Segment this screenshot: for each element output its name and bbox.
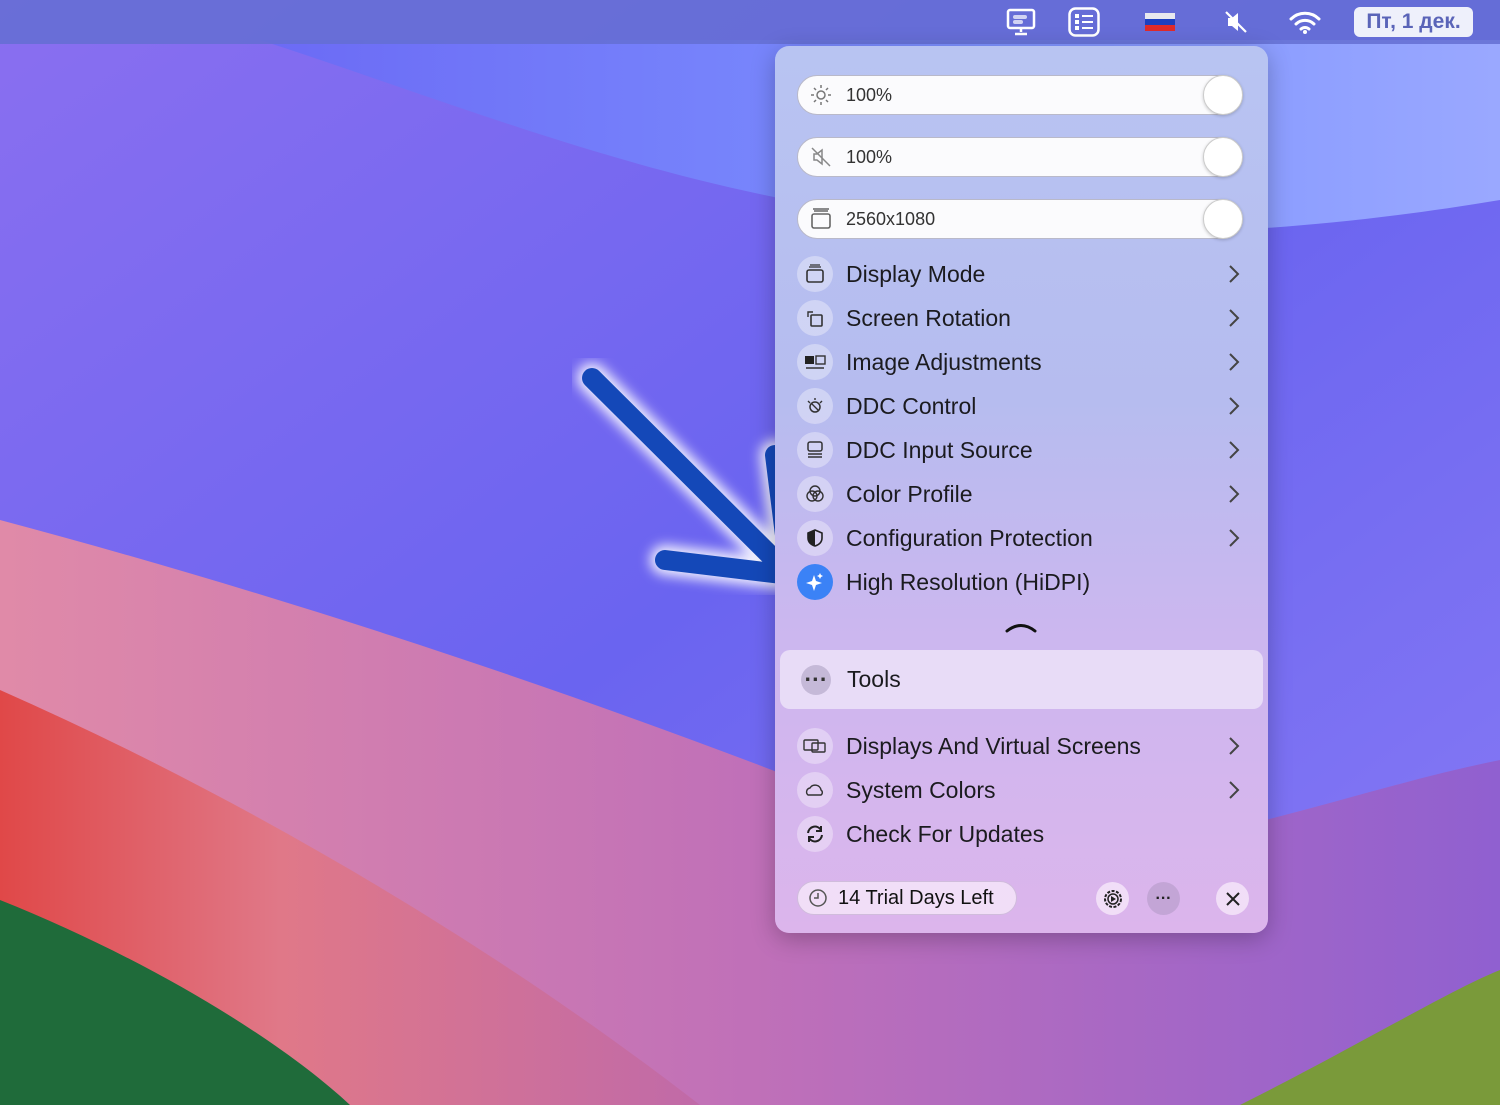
menu-item-display-mode[interactable]: Display Mode (797, 254, 1245, 294)
menu-item-screen-rotation[interactable]: Screen Rotation (797, 298, 1245, 338)
menu-item-system-colors[interactable]: System Colors (797, 770, 1245, 810)
refresh-icon (797, 816, 833, 852)
volume-value: 100% (846, 146, 893, 167)
chevron-right-icon (1229, 265, 1240, 283)
close-icon (1225, 891, 1240, 906)
chevron-right-icon (1229, 353, 1240, 371)
menu-item-label: Configuration Protection (846, 524, 1093, 551)
menu-item-label: Image Adjustments (846, 348, 1042, 375)
wifi-icon[interactable] (1288, 8, 1322, 36)
chevron-right-icon (1229, 309, 1240, 327)
menu-item-label: DDC Control (846, 392, 977, 419)
displays-icon (797, 728, 833, 764)
menu-item-ddc-input-source[interactable]: DDC Input Source (797, 430, 1245, 470)
menu-item-label: Display Mode (846, 260, 986, 287)
menu-item-label: Check For Updates (846, 820, 1045, 847)
brightness-value: 100% (846, 84, 893, 105)
speaker-muted-icon[interactable] (1222, 8, 1250, 36)
more-button[interactable]: ··· (1147, 882, 1180, 915)
menu-item-label: Color Profile (846, 480, 973, 507)
desktop-wallpaper (0, 0, 1500, 1105)
gear-icon (1103, 889, 1122, 908)
system-colors-icon (797, 772, 833, 808)
menubar-clock[interactable]: Пт, 1 дек. (1354, 7, 1473, 37)
chevron-right-icon (1229, 781, 1240, 799)
input-source-icon (797, 432, 833, 468)
chevron-right-icon (1229, 529, 1240, 547)
ellipsis-icon: ··· (1155, 889, 1172, 907)
menu-item-check-for-updates[interactable]: Check For Updates (797, 814, 1245, 854)
brightness-icon (810, 84, 832, 106)
trial-badge[interactable]: 14 Trial Days Left (797, 881, 1017, 915)
rotation-icon (797, 300, 833, 336)
chevron-right-icon (1229, 441, 1240, 459)
resolution-slider[interactable]: 2560x1080 (797, 199, 1243, 239)
list-icon[interactable] (1068, 7, 1100, 37)
menu-item-color-profile[interactable]: Color Profile (797, 474, 1245, 514)
menu-item-label: High Resolution (HiDPI) (846, 568, 1091, 595)
menu-item-configuration-protection[interactable]: Configuration Protection (797, 518, 1245, 558)
sparkle-icon (797, 564, 833, 600)
shield-icon (797, 520, 833, 556)
menu-item-ddc-control[interactable]: DDC Control (797, 386, 1245, 426)
ellipsis-icon: ··· (801, 664, 831, 695)
collapse-chevron-icon[interactable] (1005, 620, 1037, 634)
menu-item-label: Screen Rotation (846, 304, 1011, 331)
russian-flag-icon[interactable] (1145, 8, 1175, 36)
color-profile-icon (797, 476, 833, 512)
tools-button[interactable]: ··· Tools (780, 650, 1263, 709)
menu-item-label: Displays And Virtual Screens (846, 732, 1141, 759)
tools-label: Tools (847, 666, 901, 692)
speaker-muted-icon (810, 146, 832, 168)
slider-knob[interactable] (1203, 199, 1243, 239)
close-button[interactable] (1216, 882, 1249, 915)
menu-item-label: DDC Input Source (846, 436, 1033, 463)
ddc-icon (797, 388, 833, 424)
brightness-slider[interactable]: 100% (797, 75, 1243, 115)
display-mode-icon (797, 256, 833, 292)
image-adjust-icon (797, 344, 833, 380)
menu-item-displays-virtual-screens[interactable]: Displays And Virtual Screens (797, 726, 1245, 766)
chevron-right-icon (1229, 485, 1240, 503)
volume-slider[interactable]: 100% (797, 137, 1243, 177)
clock-icon (809, 889, 827, 907)
chevron-right-icon (1229, 397, 1240, 415)
settings-button[interactable] (1096, 882, 1129, 915)
display-control-panel: 100% 100% 2560x1080 Display Mode Screen … (775, 46, 1268, 933)
resolution-value: 2560x1080 (846, 208, 936, 229)
display-icon[interactable] (1005, 8, 1037, 36)
slider-knob[interactable] (1203, 137, 1243, 177)
menu-item-high-resolution-hidpi[interactable]: High Resolution (HiDPI) (797, 562, 1245, 602)
menu-item-image-adjustments[interactable]: Image Adjustments (797, 342, 1245, 382)
display-mode-icon (810, 208, 832, 230)
menu-bar: Пт, 1 дек. (0, 0, 1500, 44)
trial-label: 14 Trial Days Left (838, 886, 994, 909)
slider-knob[interactable] (1203, 75, 1243, 115)
menu-item-label: System Colors (846, 776, 996, 803)
chevron-right-icon (1229, 737, 1240, 755)
